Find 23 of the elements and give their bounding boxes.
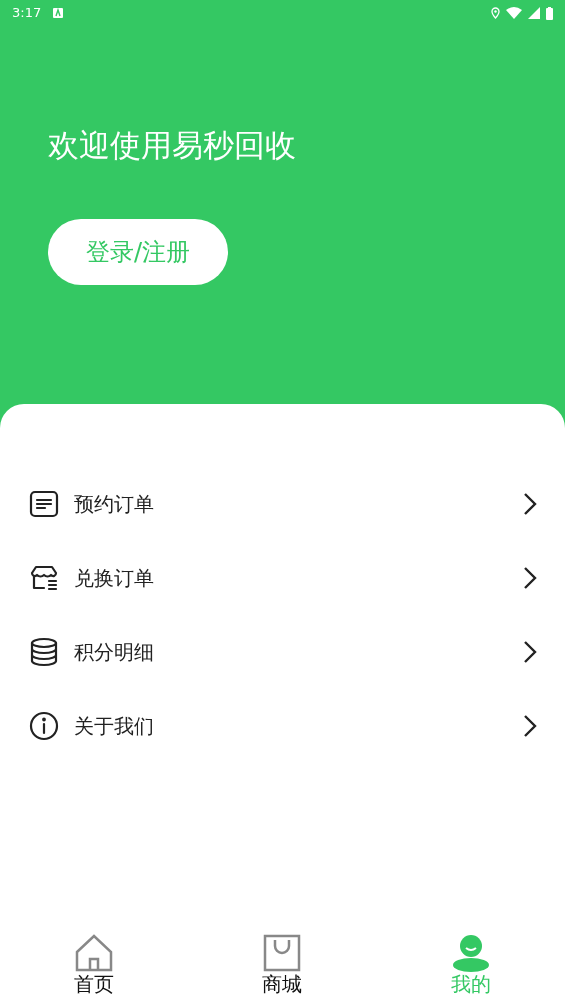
coins-stack-icon [28,636,60,668]
menu-item[interactable]: 预约订单 [0,468,565,540]
chevron-right-icon [523,566,537,590]
chevron-right-icon [523,492,537,516]
notification-icon [53,8,64,18]
info-icon [28,710,60,742]
menu-item[interactable]: 积分明细 [0,616,565,688]
document-icon [28,488,60,520]
battery-icon [546,6,553,20]
person-icon [451,934,490,972]
chevron-right-icon [523,714,537,738]
wifi-icon [506,7,522,19]
home-icon [75,934,114,972]
location-icon [491,7,500,19]
menu-item[interactable]: 兑换订单 [0,542,565,614]
shopping-bag-icon [263,934,302,972]
tab-item[interactable]: 首页 [0,920,189,1004]
status-time: 3:17 [12,4,42,23]
menu-item[interactable]: 关于我们 [0,690,565,762]
chevron-right-icon [523,640,537,664]
signal-icon [528,7,540,19]
welcome-title: 欢迎使用易秒回收 [48,130,297,161]
tab-item[interactable]: 商城 [188,920,377,1004]
